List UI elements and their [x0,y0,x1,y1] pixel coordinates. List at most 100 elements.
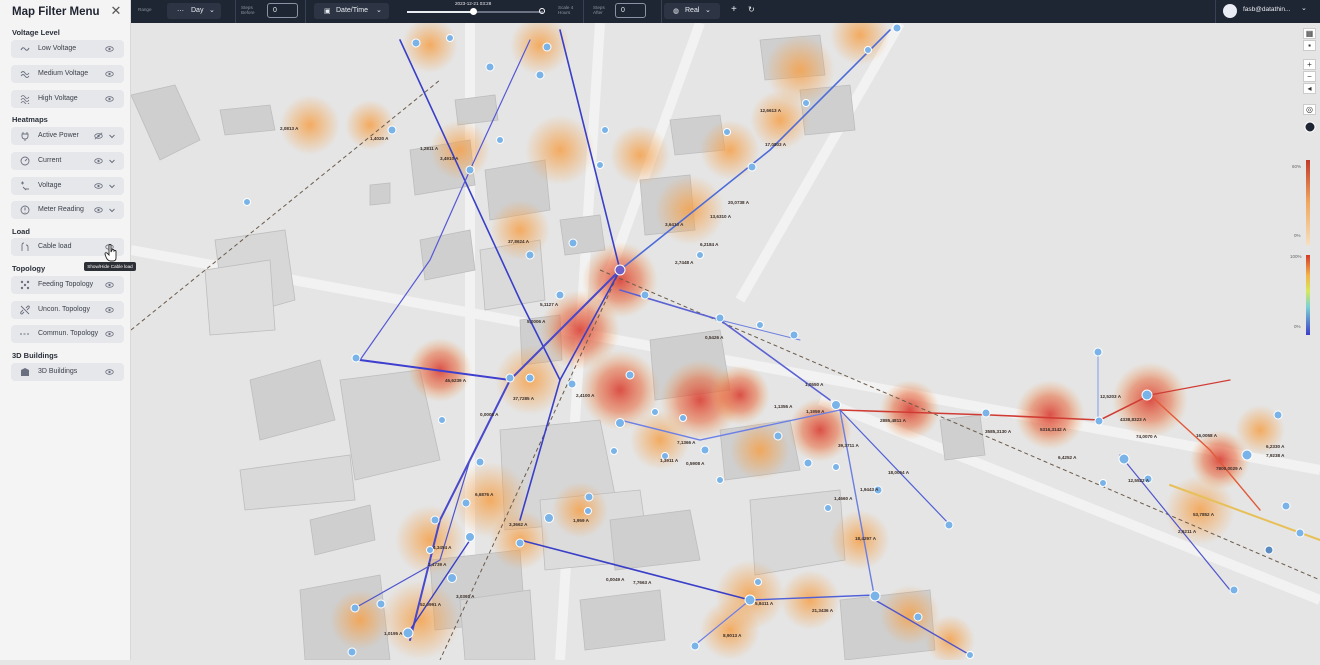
map-label: 2,0813 A [280,126,299,131]
meter-icon [20,205,30,215]
datetime-dropdown[interactable]: ▣ Date/Time ⌄ [314,3,389,19]
map-label: 16,0058 A [1196,433,1218,438]
eye-icon[interactable] [105,330,114,338]
map-label: 2,4739 A [428,562,447,567]
timeline-timestamp: 2023-12-21 03:28 [455,1,492,6]
chevron-down-icon[interactable] [108,157,116,165]
gauge-icon [20,156,30,166]
chevron-down-icon: ⌄ [376,7,382,14]
compass-icon[interactable]: ◂ [1303,83,1316,94]
map-label: 2,4100 A [576,393,595,398]
zoom-in-button[interactable]: + [1303,59,1316,70]
eye-icon[interactable] [94,206,103,214]
grid-map[interactable]: 1,4020 A 2,0813 A 1,2811 A 3,4910 A 12,6… [130,5,1320,665]
sidebar-title: Map Filter Menu [12,6,100,18]
filter-current[interactable]: Current [11,152,124,170]
eye-icon[interactable] [105,368,114,376]
map-label: 3,6410 A [665,222,684,227]
legend-bottom-high: 100% [1290,254,1302,259]
divider [235,0,236,23]
steps-before-input[interactable]: 0 [267,3,298,18]
map-label: 37,7285 A [513,396,535,401]
filter-uncon-topology[interactable]: Uncon. Topology [11,301,124,319]
map-label: 1,4020 A [370,136,389,141]
filter-high-voltage[interactable]: High Voltage [11,90,124,108]
close-icon[interactable]: ✕ [110,4,122,17]
map-label: 8,9013 A [723,633,742,638]
filter-meter-reading[interactable]: Meter Reading [11,201,124,219]
chevron-down-icon[interactable] [108,132,116,140]
calendar-icon: ▣ [324,8,331,15]
add-icon[interactable]: + [731,4,737,15]
layers-icon[interactable]: ▦ [1303,28,1316,39]
section-heatmaps: Heatmaps [12,115,48,124]
locate-icon[interactable]: ◎ [1303,104,1316,115]
map-label: 46,6239 A [445,378,467,383]
chevron-down-icon[interactable] [108,206,116,214]
range-icon: ⋯ [177,8,184,15]
dashed-line-icon [20,333,30,335]
chevron-down-icon[interactable]: ⌄ [1301,4,1307,12]
eye-icon[interactable] [105,306,114,314]
map-label: 6,2184 A [700,242,719,247]
map-label: 7,7663 A [633,580,652,585]
eye-icon[interactable] [105,95,114,103]
map-label: 20,0738 A [728,200,750,205]
map-label: 6,6876 A [475,492,494,497]
zoom-out-button[interactable]: − [1303,71,1316,82]
map-label: 7800,0029 A [1216,466,1243,471]
map-canvas[interactable]: 1,4020 A 2,0813 A 1,2811 A 3,4910 A 12,6… [130,5,1320,665]
steps-after-input[interactable]: 0 [615,3,646,18]
filter-low-voltage[interactable]: Low Voltage [11,40,124,58]
map-label: 0,5426 A [705,335,724,340]
map-label: 0,0008 A [480,412,499,417]
map-label: 74,0070 A [1136,434,1158,439]
divider [305,0,306,23]
filter-medium-voltage[interactable]: Medium Voltage [11,65,124,83]
mode-value: Real [685,7,700,14]
eye-icon[interactable] [94,157,103,165]
eye-icon[interactable] [94,182,103,190]
filter-commun-topology[interactable]: Commun. Topology [11,325,124,343]
filter-3d-buildings[interactable]: 3D Buildings [11,363,124,381]
filter-label: Voltage [38,182,62,189]
mode-dropdown[interactable]: ◍ Real ⌄ [664,3,720,19]
scale-label: Scale 4 Hours [558,5,574,15]
range-value: Day [191,7,204,14]
eye-icon[interactable] [105,45,114,53]
eye-icon[interactable] [105,70,114,78]
eye-icon[interactable] [105,281,114,289]
avatar[interactable] [1223,4,1237,18]
range-dropdown[interactable]: ⋯ Day ⌄ [167,3,221,19]
map-label: 5,8411 A [755,601,774,606]
plug-icon [21,132,29,141]
map-label: 1,0550 A [805,382,824,387]
map-label: 1,9443 A [860,487,879,492]
map-label: 1,3911 A [660,458,679,463]
timeline-handle[interactable] [470,8,477,15]
eye-off-icon[interactable] [94,132,103,140]
filter-feeding-topology[interactable]: Feeding Topology [11,276,124,294]
chevron-down-icon: ⌄ [209,7,215,14]
refresh-icon[interactable]: ↻ [748,5,755,14]
steps-after-label: Steps After [593,5,605,15]
timeline-slider[interactable] [407,8,545,15]
chevron-down-icon[interactable] [108,182,116,190]
filter-label: Current [38,157,62,164]
filter-label: Meter Reading [38,206,84,213]
filter-label: Low Voltage [38,45,77,52]
filter-label: Medium Voltage [38,70,89,77]
section-voltage-level: Voltage Level [12,28,60,37]
globe-icon: ◍ [673,8,680,15]
timeline-end-handle[interactable] [539,8,545,14]
map-label: 53,7852 A [1193,512,1215,517]
unlink-icon [20,305,30,315]
map-label: 3,0391 A [456,594,475,599]
legend-bar-cable-load [1306,255,1310,335]
trash-icon[interactable]: ▪ [1303,40,1316,51]
filter-active-power[interactable]: Active Power [11,127,124,145]
map-label: 12,5523 A [1128,478,1150,483]
user-email[interactable]: fasb@datathin... [1243,6,1290,13]
filter-voltage[interactable]: Voltage [11,177,124,195]
divider [661,0,662,23]
